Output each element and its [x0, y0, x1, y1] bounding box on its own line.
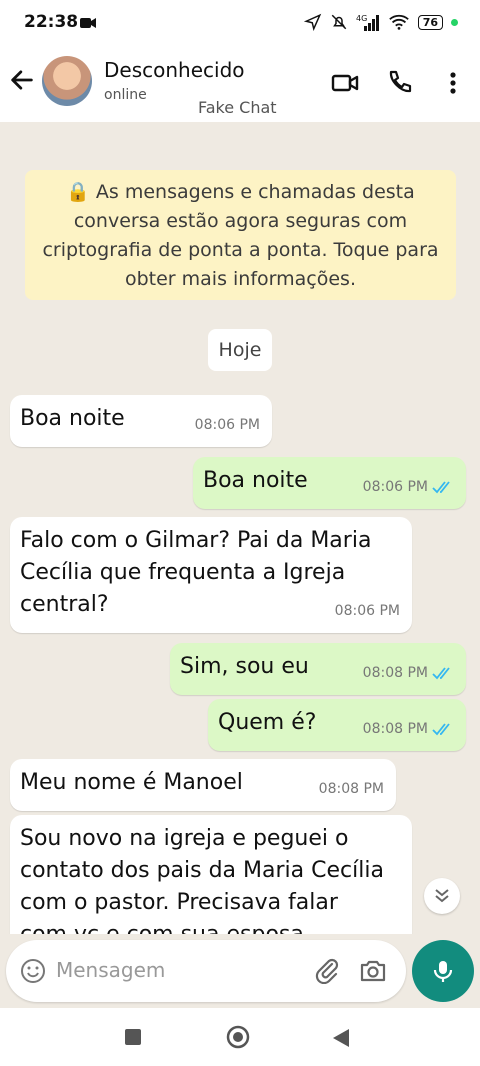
message-bubble-incoming[interactable]: Sou novo na igreja e peguei o contato do…: [10, 815, 412, 934]
message-time: 08:06 PM: [362, 479, 428, 495]
date-chip: Hoje: [208, 329, 272, 371]
voice-message-button[interactable]: [412, 940, 474, 1002]
message-bubble-outgoing[interactable]: Boa noite 08:06 PM: [193, 457, 466, 509]
message-composer[interactable]: Mensagem: [6, 940, 406, 1002]
status-dot: [451, 18, 458, 26]
message-bubble-outgoing[interactable]: Sim, sou eu 08:08 PM: [170, 643, 466, 695]
chevron-double-down-icon: [435, 889, 449, 903]
attach-paperclip-icon[interactable]: [312, 956, 340, 984]
battery-indicator: 76: [417, 14, 443, 30]
microphone-icon: [433, 961, 453, 982]
presence-status: online: [104, 87, 147, 103]
message-time: 08:08 PM: [362, 665, 428, 681]
read-ticks-icon: [432, 481, 450, 494]
message-bubble-incoming[interactable]: Boa noite 08:06 PM: [10, 395, 272, 447]
location-icon: [303, 13, 321, 31]
status-bar: 22:38 4G 76: [0, 0, 480, 46]
message-input[interactable]: Mensagem: [56, 958, 165, 982]
encryption-notice[interactable]: 🔒 As mensagens e chamadas desta conversa…: [25, 170, 456, 300]
message-time: 08:08 PM: [318, 781, 384, 797]
home-circle-icon[interactable]: [226, 1025, 250, 1049]
status-time: 22:38: [24, 12, 79, 32]
message-time: 08:06 PM: [194, 417, 260, 433]
svg-text:4G: 4G: [356, 14, 367, 23]
mute-icon: [331, 14, 346, 30]
camera-icon[interactable]: [358, 956, 388, 986]
scroll-to-bottom-button[interactable]: [424, 878, 460, 914]
read-ticks-icon: [432, 667, 450, 680]
wifi-icon: [388, 14, 409, 30]
emoji-icon[interactable]: [20, 958, 46, 984]
message-bubble-incoming[interactable]: Falo com o Gilmar? Pai da Maria Cecília …: [10, 517, 412, 633]
back-triangle-icon[interactable]: [332, 1028, 350, 1048]
back-arrow-icon[interactable]: [8, 66, 36, 94]
contact-name[interactable]: Desconhecido: [104, 58, 245, 82]
system-nav-bar: [0, 1008, 480, 1066]
video-call-icon[interactable]: [330, 68, 360, 98]
chat-area[interactable]: 🔒 As mensagens e chamadas desta conversa…: [0, 122, 480, 934]
message-text: Sou novo na igreja e peguei o contato do…: [20, 826, 384, 934]
message-bubble-outgoing[interactable]: Quem é? 08:08 PM: [208, 699, 466, 751]
message-time: 08:06 PM: [334, 603, 400, 619]
message-text: Falo com o Gilmar? Pai da Maria Cecília …: [20, 528, 372, 617]
message-bubble-incoming[interactable]: Meu nome é Manoel 08:08 PM: [10, 759, 396, 811]
more-options-icon[interactable]: [438, 68, 468, 98]
message-time: 08:08 PM: [362, 721, 428, 737]
recents-square-icon[interactable]: [124, 1028, 142, 1046]
read-ticks-icon: [432, 723, 450, 736]
voice-call-icon[interactable]: [384, 68, 414, 98]
signal-4g-icon: 4G: [356, 14, 379, 31]
chat-header: Desconhecido online Fake Chat: [0, 46, 480, 122]
overlay-caption: Fake Chat: [198, 98, 277, 117]
video-record-icon: [80, 18, 96, 28]
contact-avatar[interactable]: [42, 56, 92, 106]
